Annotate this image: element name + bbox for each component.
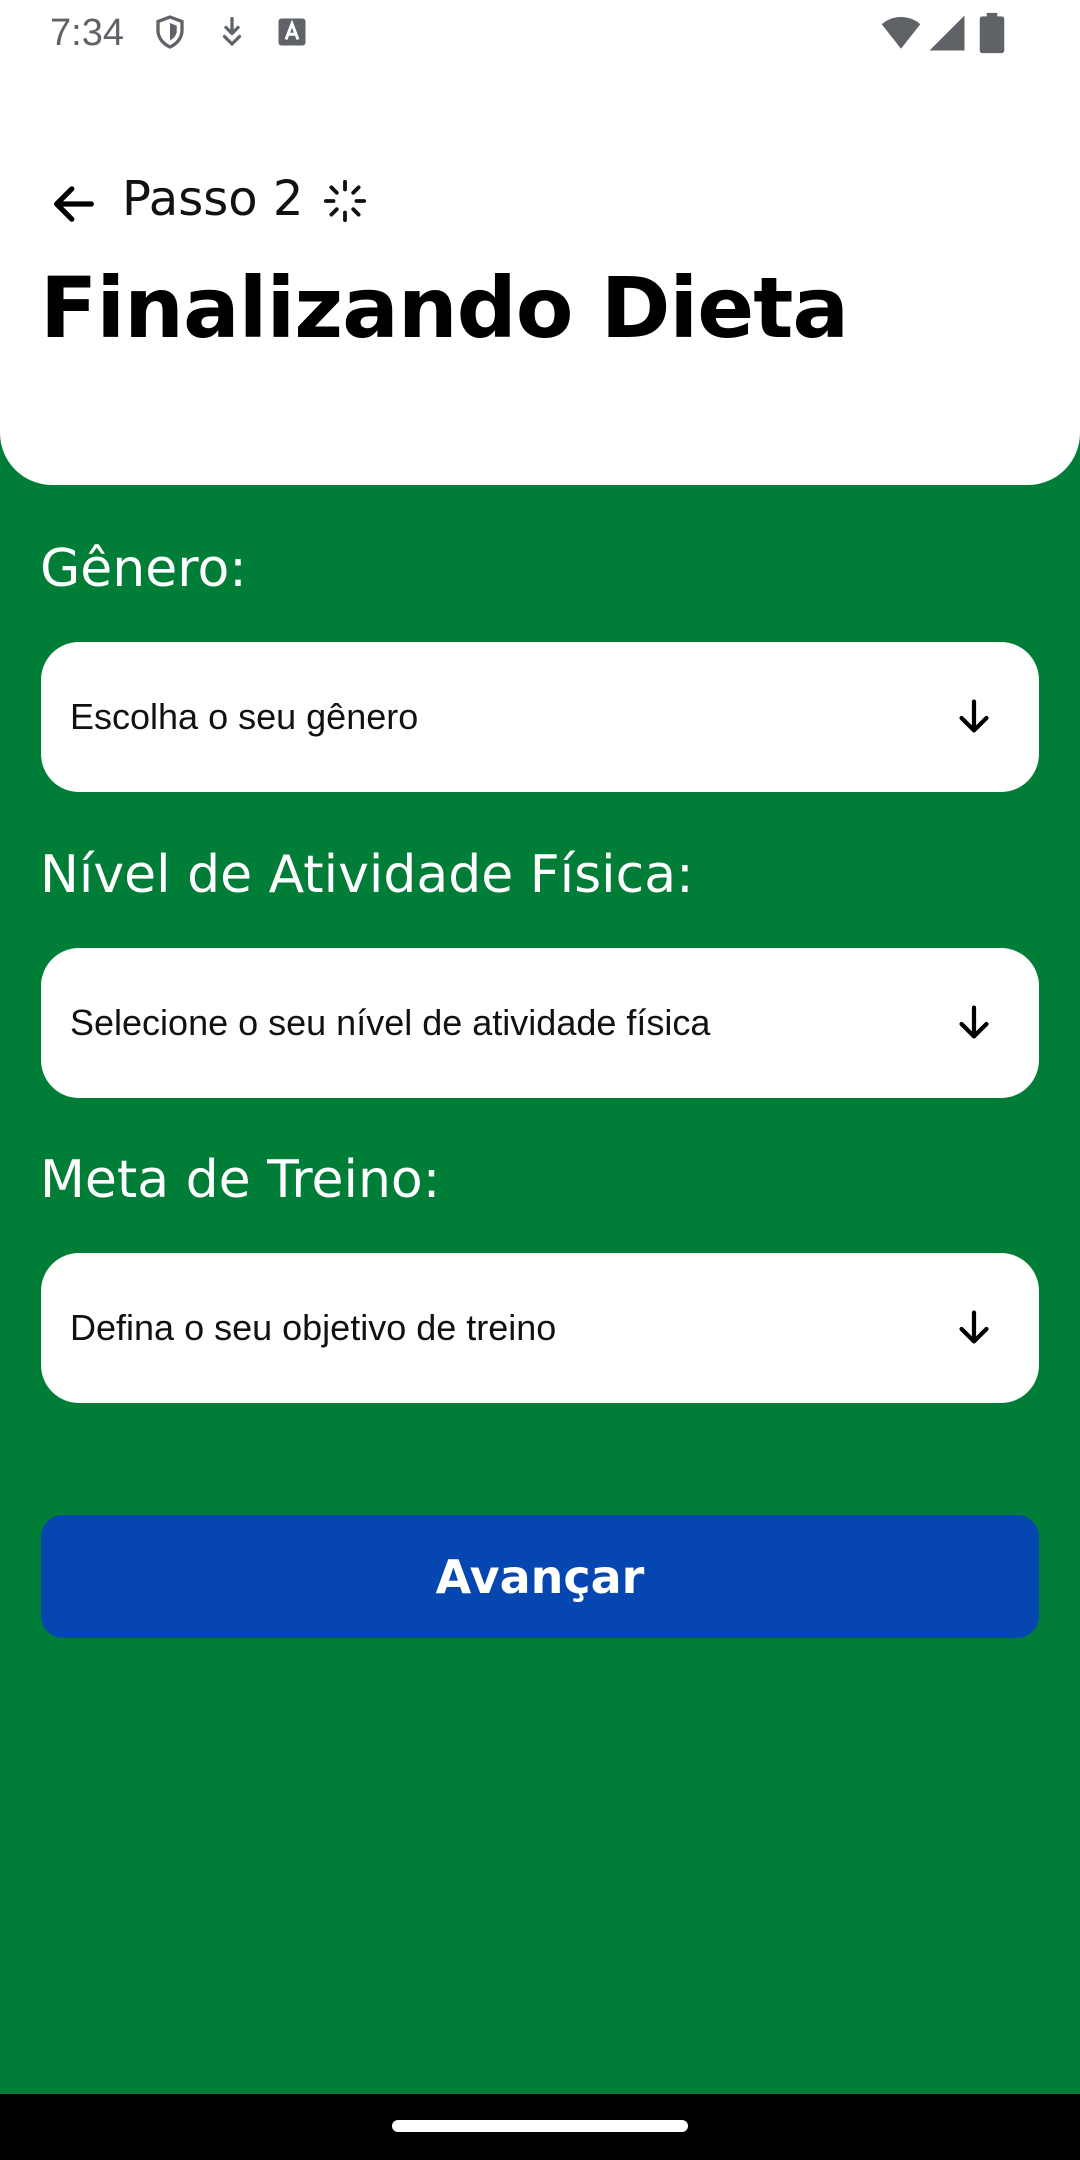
goal-select[interactable]: Defina o seu objetivo de treino <box>41 1253 1039 1403</box>
battery-icon <box>979 12 1005 54</box>
navigation-bar <box>0 2094 1080 2160</box>
signal-icon <box>929 15 965 51</box>
activity-select-placeholder: Selecione o seu nível de atividade físic… <box>70 1002 711 1043</box>
arrow-down-icon <box>959 1310 989 1344</box>
home-indicator[interactable] <box>392 2120 688 2132</box>
arrow-left-icon <box>54 186 94 222</box>
status-bar: 7:34 <box>0 0 1080 66</box>
wifi-icon <box>881 17 921 49</box>
activity-label: Nível de Atividade Física: <box>40 845 694 905</box>
status-time: 7:34 <box>50 12 124 54</box>
spinner-icon <box>323 179 367 223</box>
gender-select-placeholder: Escolha o seu gênero <box>70 696 419 737</box>
gender-select[interactable]: Escolha o seu gênero <box>41 642 1039 792</box>
page-title: Finalizando Dieta <box>40 259 849 357</box>
gender-label: Gênero: <box>40 539 247 599</box>
back-button[interactable] <box>42 172 106 236</box>
goal-select-placeholder: Defina o seu objetivo de treino <box>70 1307 557 1348</box>
keyboard-a-icon <box>278 18 306 46</box>
header-card: Passo 2 Finalizando Dieta <box>0 0 1080 485</box>
arrow-down-icon <box>959 1005 989 1039</box>
arrow-down-icon <box>959 699 989 733</box>
download-icon <box>222 16 242 46</box>
advance-button[interactable]: Avançar <box>41 1515 1039 1638</box>
goal-label: Meta de Treino: <box>40 1150 441 1210</box>
step-label: Passo 2 <box>122 171 304 227</box>
shield-icon <box>156 15 184 49</box>
activity-select[interactable]: Selecione o seu nível de atividade físic… <box>41 948 1039 1098</box>
